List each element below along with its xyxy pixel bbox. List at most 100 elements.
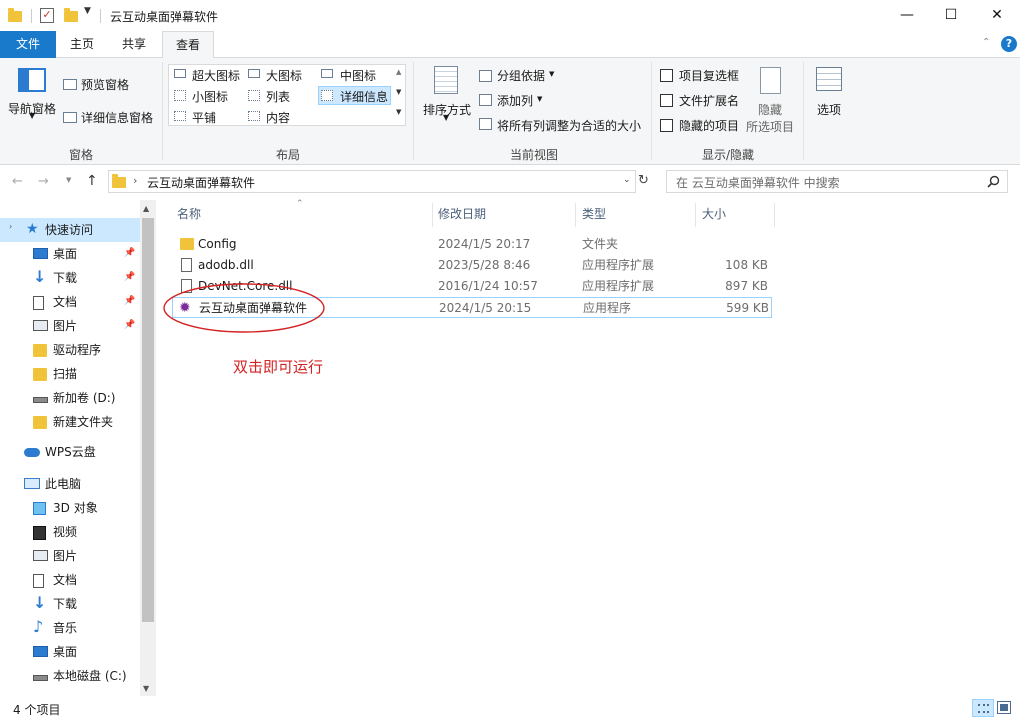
group-by-button[interactable]: 分组依据 xyxy=(497,67,545,84)
nav-item[interactable]: 新加卷 (D:) xyxy=(53,386,115,410)
column-divider[interactable] xyxy=(575,203,576,227)
forward-arrow-icon[interactable]: → xyxy=(38,174,49,189)
column-header-date[interactable]: 修改日期 xyxy=(438,207,486,229)
size-all-columns-button[interactable]: 将所有列调整为合适的大小 xyxy=(497,117,641,134)
hidden-items-checkbox[interactable] xyxy=(660,119,673,132)
divider xyxy=(413,62,414,160)
title-bar: ✓ ▼ 云互动桌面弹幕软件 — ☐ ✕ xyxy=(0,0,1020,31)
nav-item[interactable]: 桌面 xyxy=(53,640,77,664)
group-label-show-hide: 显示/隐藏 xyxy=(701,148,755,162)
back-arrow-icon[interactable]: ← xyxy=(12,174,23,189)
file-extensions-checkbox[interactable] xyxy=(660,94,673,107)
chevron-down-icon: ▼ xyxy=(29,111,36,120)
scroll-up-icon[interactable]: ▲ xyxy=(143,204,149,213)
search-icon[interactable] xyxy=(987,175,1000,188)
minimize-button[interactable]: — xyxy=(884,0,930,31)
column-header-size[interactable]: 大小 xyxy=(702,207,726,229)
nav-this-pc[interactable]: 此电脑 xyxy=(45,472,81,496)
expand-chevron-icon[interactable]: › xyxy=(9,222,12,231)
details-view-toggle[interactable] xyxy=(972,699,994,717)
help-icon[interactable]: ? xyxy=(1001,36,1017,52)
tab-home[interactable]: 主页 xyxy=(60,31,104,58)
file-row[interactable]: Config 2024/1/5 20:17 文件夹 xyxy=(172,234,772,255)
star-icon: ★ xyxy=(26,221,39,237)
layout-medium-icons[interactable]: 中图标 xyxy=(340,67,376,84)
tab-view[interactable]: 查看 xyxy=(162,31,214,59)
pin-icon[interactable]: 📌 xyxy=(124,296,135,306)
file-type: 应用程序 xyxy=(583,301,632,315)
sort-ascending-icon: ⌃ xyxy=(296,199,304,209)
layout-small-icons[interactable]: 小图标 xyxy=(192,88,228,105)
column-divider[interactable] xyxy=(432,203,433,227)
item-checkboxes-checkbox[interactable] xyxy=(660,69,673,82)
nav-item[interactable]: 图片 xyxy=(53,314,77,338)
nav-item[interactable]: 图片 xyxy=(53,544,77,568)
gallery-scroll-down-icon[interactable]: ▼ xyxy=(396,88,401,96)
breadcrumb-chevron-icon[interactable]: › xyxy=(133,174,137,187)
column-header-name[interactable]: 名称 xyxy=(177,207,201,229)
layout-tiles[interactable]: 平铺 xyxy=(192,109,216,126)
layout-list[interactable]: 列表 xyxy=(266,88,290,105)
hide-selected-button-line1[interactable]: 隐藏 xyxy=(758,101,782,118)
scrollbar-thumb[interactable] xyxy=(142,218,154,622)
pin-icon[interactable]: 📌 xyxy=(124,248,135,258)
item-count: 4 个项目 xyxy=(13,703,61,717)
nav-item[interactable]: 文档 xyxy=(53,568,77,592)
up-arrow-icon[interactable]: ↑ xyxy=(86,173,98,189)
maximize-button[interactable]: ☐ xyxy=(928,0,974,31)
layout-details[interactable]: 详细信息 xyxy=(340,88,388,105)
breadcrumb-current[interactable]: 云互动桌面弹幕软件 xyxy=(147,174,255,191)
scroll-down-icon[interactable]: ▼ xyxy=(143,684,149,693)
column-header-type[interactable]: 类型 xyxy=(582,207,606,229)
preview-pane-button[interactable]: 预览窗格 xyxy=(81,76,129,93)
nav-quick-access[interactable]: 快速访问 xyxy=(45,218,93,242)
nav-item[interactable]: 驱动程序 xyxy=(53,338,101,362)
nav-item[interactable]: 音乐 xyxy=(53,616,77,640)
customize-toolbar-icon[interactable]: ▼ xyxy=(84,6,91,16)
nav-item[interactable]: 下载 xyxy=(53,266,77,290)
column-divider[interactable] xyxy=(695,203,696,227)
chevron-down-icon: ▼ xyxy=(443,113,450,122)
column-divider[interactable] xyxy=(774,203,775,227)
gallery-scroll-up-icon[interactable]: ▲ xyxy=(396,68,401,76)
nav-item[interactable]: 本地磁盘 (C:) xyxy=(53,664,127,688)
address-bar[interactable]: › 云互动桌面弹幕软件 ⌄ xyxy=(108,170,636,193)
layout-content[interactable]: 内容 xyxy=(266,109,290,126)
hide-selected-button-line2[interactable]: 所选项目 xyxy=(746,118,794,135)
pin-icon[interactable]: 📌 xyxy=(124,272,135,282)
details-pane-button[interactable]: 详细信息窗格 xyxy=(81,109,153,126)
hidden-items-label[interactable]: 隐藏的项目 xyxy=(679,117,739,134)
recent-locations-icon[interactable]: ▼ xyxy=(66,176,71,184)
address-history-chevron-icon[interactable]: ⌄ xyxy=(623,175,631,185)
large-icons-view-toggle[interactable] xyxy=(997,701,1011,714)
nav-item[interactable]: 文档 xyxy=(53,290,77,314)
layout-large-icons[interactable]: 大图标 xyxy=(266,67,302,84)
properties-icon[interactable]: ✓ xyxy=(40,8,54,23)
nav-item[interactable]: 新建文件夹 xyxy=(53,410,113,434)
dll-icon xyxy=(181,258,192,272)
search-input[interactable]: 在 云互动桌面弹幕软件 中搜索 xyxy=(666,170,1008,193)
tab-share[interactable]: 共享 xyxy=(112,31,156,58)
tab-file[interactable]: 文件 xyxy=(0,31,56,58)
chevron-down-icon: ▼ xyxy=(537,95,543,103)
small-icons-icon xyxy=(174,90,186,101)
add-column-button[interactable]: 添加列 xyxy=(497,92,533,109)
file-row[interactable]: adodb.dll 2023/5/28 8:46 应用程序扩展 108 KB xyxy=(172,255,772,276)
nav-item[interactable]: 视频 xyxy=(53,520,77,544)
options-button[interactable]: 选项 xyxy=(817,101,841,118)
pin-icon[interactable]: 📌 xyxy=(124,320,135,330)
collapse-ribbon-icon[interactable]: ⌃ xyxy=(982,37,990,48)
refresh-icon[interactable]: ↻ xyxy=(638,173,649,188)
gallery-expand-icon[interactable]: ▼ xyxy=(396,108,401,116)
nav-wps-cloud[interactable]: WPS云盘 xyxy=(45,440,96,464)
close-button[interactable]: ✕ xyxy=(974,0,1020,31)
nav-item[interactable]: 扫描 xyxy=(53,362,77,386)
nav-item[interactable]: 3D 对象 xyxy=(53,496,98,520)
content-icon xyxy=(248,111,260,121)
picture-icon xyxy=(33,550,48,561)
file-extensions-label[interactable]: 文件扩展名 xyxy=(679,92,739,109)
nav-item[interactable]: 下载 xyxy=(53,592,77,616)
item-checkboxes-label[interactable]: 项目复选框 xyxy=(679,67,739,84)
layout-extra-large-icons[interactable]: 超大图标 xyxy=(192,67,240,84)
nav-item[interactable]: 桌面 xyxy=(53,242,77,266)
